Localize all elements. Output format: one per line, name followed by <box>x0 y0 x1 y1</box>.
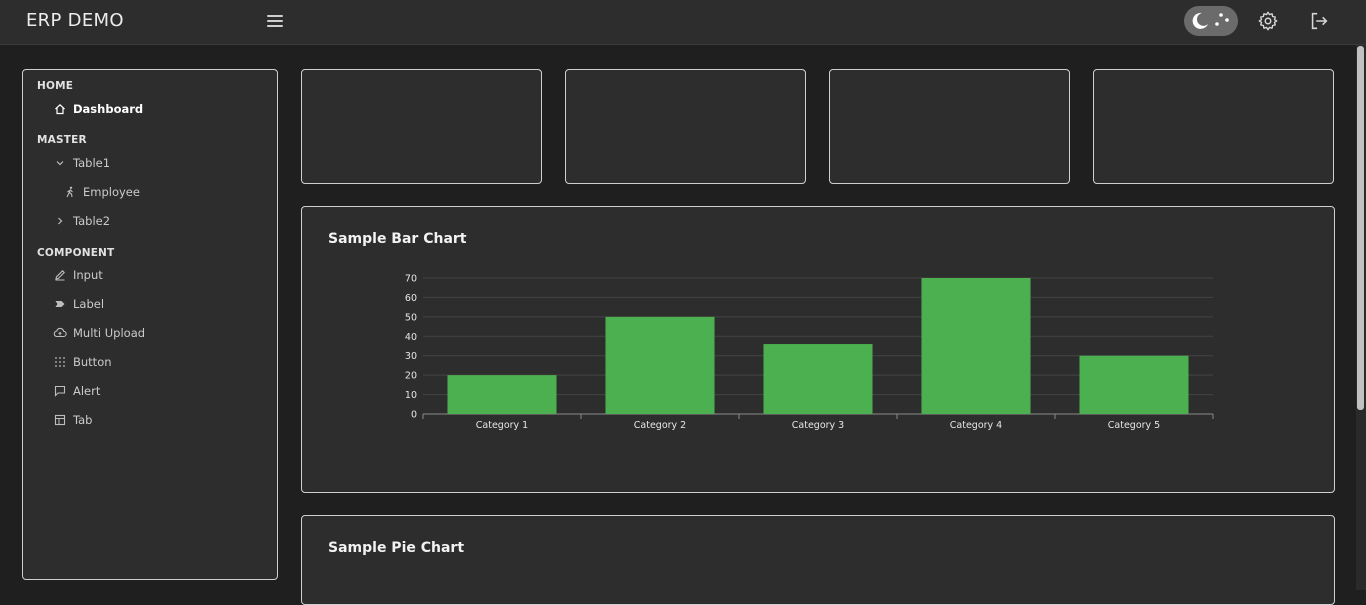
sidebar-item-table1[interactable]: Table1 <box>53 156 110 170</box>
x-tick-label: Category 5 <box>1108 420 1160 431</box>
menu-toggle-icon[interactable] <box>267 13 285 29</box>
chevron-down-icon <box>53 156 67 170</box>
stat-card-3 <box>829 69 1070 184</box>
y-tick-label: 50 <box>405 312 417 323</box>
logout-icon[interactable] <box>1308 10 1330 32</box>
sidebar: HOME Dashboard MASTER Table1 Employee Ta… <box>22 69 278 580</box>
y-tick-label: 20 <box>405 371 417 382</box>
sidebar-item-employee[interactable]: Employee <box>63 185 140 199</box>
pie-chart-panel: Sample Pie Chart <box>301 515 1335 605</box>
sidebar-item-label: Employee <box>83 185 140 199</box>
sidebar-item-input[interactable]: Input <box>53 268 103 282</box>
y-tick-label: 30 <box>405 351 417 362</box>
sidebar-item-label: Multi Upload <box>73 326 146 340</box>
stat-card-1 <box>301 69 542 184</box>
section-title-component: COMPONENT <box>37 247 115 259</box>
sidebar-item-multi-upload[interactable]: Multi Upload <box>53 326 145 340</box>
bar-chart: 0 10 20 30 40 50 60 70 Category 1 Category 2 Categ… <box>405 274 1214 431</box>
bar-4 <box>921 278 1031 414</box>
message-square-icon <box>53 384 67 398</box>
x-tick-label: Category 3 <box>792 420 844 431</box>
y-tick-label: 10 <box>405 390 417 401</box>
sidebar-item-label-component[interactable]: Label <box>53 297 104 311</box>
stat-card-2 <box>565 69 806 184</box>
grid-dots-icon <box>53 355 67 369</box>
person-walking-icon <box>63 185 77 199</box>
sidebar-item-label: Table2 <box>73 214 111 228</box>
sidebar-item-dashboard[interactable]: Dashboard <box>53 102 143 116</box>
sidebar-item-button[interactable]: Button <box>53 355 112 369</box>
sidebar-item-label: Label <box>73 297 105 311</box>
y-tick-label: 40 <box>405 332 417 343</box>
bar-5 <box>1079 355 1189 414</box>
scrollbar-thumb[interactable] <box>1357 46 1364 410</box>
pencil-icon <box>53 268 67 282</box>
y-tick-label: 60 <box>405 293 417 304</box>
sidebar-item-label: Tab <box>73 413 93 427</box>
top-bar: ERP DEMO <box>0 0 1366 45</box>
moon-icon <box>1192 12 1208 29</box>
bar-2 <box>605 316 715 414</box>
sidebar-item-tab[interactable]: Tab <box>53 413 92 427</box>
sidebar-item-label: Dashboard <box>73 102 144 116</box>
layout-tab-icon <box>53 413 67 427</box>
app-title: ERP DEMO <box>26 10 124 31</box>
sidebar-item-label: Button <box>73 355 112 369</box>
bar-chart-panel: Sample Bar Chart 0 10 20 30 40 50 60 70 Category… <box>301 206 1335 493</box>
pie-chart-title: Sample Pie Chart <box>328 540 465 556</box>
stars-icon <box>1215 13 1229 26</box>
label-tag-icon <box>53 297 67 311</box>
y-tick-label: 70 <box>405 274 417 285</box>
x-tick-label: Category 1 <box>476 420 528 431</box>
bar-1 <box>447 375 557 414</box>
sidebar-item-alert[interactable]: Alert <box>53 384 100 398</box>
x-tick-label: Category 4 <box>950 420 1002 431</box>
section-title-home: HOME <box>37 80 74 92</box>
cloud-upload-icon <box>53 326 67 340</box>
chevron-right-icon <box>53 214 67 228</box>
sidebar-item-table2[interactable]: Table2 <box>53 214 110 228</box>
theme-toggle[interactable] <box>1184 6 1238 36</box>
sidebar-item-label: Input <box>73 268 103 282</box>
stat-card-4 <box>1093 69 1334 184</box>
y-tick-label: 0 <box>411 410 417 421</box>
sidebar-item-label: Alert <box>73 384 101 398</box>
x-tick-label: Category 2 <box>634 420 686 431</box>
bar-3 <box>763 344 873 414</box>
home-icon <box>53 102 67 116</box>
gear-icon[interactable] <box>1257 10 1279 32</box>
section-title-master: MASTER <box>37 134 87 146</box>
sidebar-item-label: Table1 <box>73 156 111 170</box>
